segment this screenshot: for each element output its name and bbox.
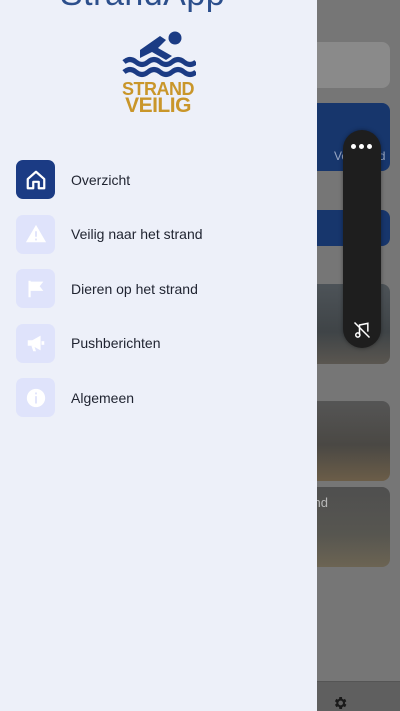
menu-item-label: Pushberichten [71,335,161,352]
gear-icon [334,697,347,709]
megaphone-icon [16,323,55,363]
menu-item-algemeen[interactable]: Algemeen [16,378,306,418]
logo-text-veilig: VEILIG [125,94,191,117]
strandveilig-logo: STRAND VEILIG [120,28,198,117]
menu-item-label: Algemeen [71,389,135,406]
background-bottom-bar [317,681,400,711]
menu-item-veilig-naar-het-strand[interactable]: Veilig naar het strand [16,214,306,254]
menu-item-overzicht[interactable]: Overzicht [16,160,306,199]
music-off-icon[interactable] [352,320,372,340]
home-icon [16,160,55,199]
more-options-icon[interactable] [351,144,372,149]
menu-item-label: Veilig naar het strand [71,226,203,243]
navigation-drawer: StrandApp STRAND VEILIG Overzicht Veilig… [0,0,317,711]
menu-item-label: Overzicht [71,171,131,188]
menu-item-pushberichten[interactable]: Pushberichten [16,323,306,363]
floating-control-pill[interactable] [343,130,381,348]
app-title: StrandApp [60,0,225,14]
flag-icon [16,269,55,309]
drawer-menu: Overzicht Veilig naar het strand Dieren … [16,160,306,433]
info-icon [16,378,55,418]
menu-item-dieren-op-het-strand[interactable]: Dieren op het strand [16,269,306,309]
warning-icon [16,214,55,254]
menu-item-label: Dieren op het strand [71,280,198,297]
swimmer-icon [122,31,198,77]
